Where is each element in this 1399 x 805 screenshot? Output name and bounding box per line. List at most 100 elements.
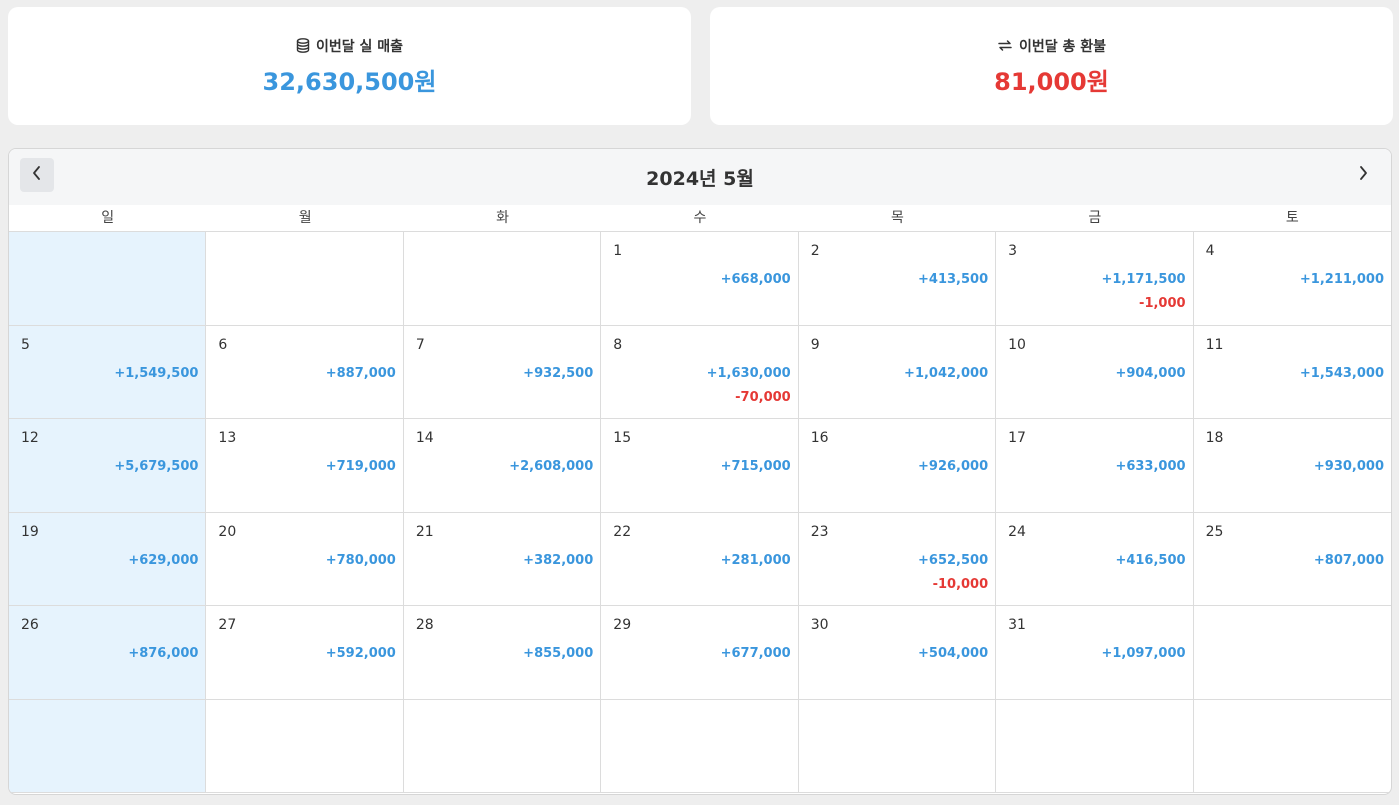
day-number: 21: [415, 523, 434, 540]
calendar-day-cell[interactable]: [206, 232, 404, 326]
calendar-day-cell[interactable]: 6 +887,000: [206, 325, 404, 419]
daily-sales-amount: +715,000: [720, 459, 791, 474]
calendar-day-cell[interactable]: 4 +1,211,000: [1193, 232, 1391, 326]
daily-sales-amount: +719,000: [325, 459, 396, 474]
monthly-sales-label-row: 이번달 실 매출: [296, 36, 403, 56]
calendar-day-cell[interactable]: [9, 232, 207, 326]
daily-sales-amount: +281,000: [720, 552, 791, 568]
daily-sales-amount: +1,549,500: [114, 365, 199, 381]
daily-refund-amount: -70,000: [735, 389, 791, 405]
daily-sales-amount: +876,000: [128, 646, 199, 661]
calendar-day-cell[interactable]: 24 +416,500: [996, 512, 1194, 606]
day-number: 16: [810, 430, 829, 446]
calendar-day-cell[interactable]: 7 +932,500: [403, 325, 602, 419]
monthly-refund-card: 이번달 총 환불 81,000원: [710, 7, 1393, 125]
calendar-day-cell[interactable]: 25 +807,000: [1193, 513, 1391, 606]
daily-sales-amount: +930,000: [1313, 459, 1384, 474]
calendar-day-cell[interactable]: [798, 699, 997, 793]
calendar-day-cell[interactable]: 27 +592,000: [206, 606, 404, 700]
calendar-day-cell[interactable]: 18 +930,000: [1193, 419, 1391, 513]
daily-sales-amount: +1,042,000: [904, 365, 989, 381]
calendar-day-cell[interactable]: 10 +904,000: [996, 325, 1194, 419]
day-number: 24: [1008, 523, 1026, 540]
calendar-day-cell[interactable]: [403, 699, 602, 793]
daily-sales-amount: +668,000: [720, 272, 791, 287]
day-number: 29: [613, 617, 632, 633]
calendar-day-cell[interactable]: 2 +413,500: [798, 232, 997, 326]
calendar-day-cell[interactable]: 30 +504,000: [798, 606, 997, 700]
calendar-day-cell[interactable]: [9, 699, 207, 793]
database-icon: [296, 38, 310, 53]
calendar-day-cell[interactable]: 9 +1,042,000: [798, 325, 997, 419]
chevron-left-icon: [31, 165, 43, 185]
daily-sales-amount: +652,500: [918, 552, 989, 568]
exchange-icon: [997, 39, 1013, 52]
daily-sales-amount: +855,000: [523, 646, 594, 661]
calendar-day-cell[interactable]: [996, 699, 1194, 793]
calendar-day-cell[interactable]: 11 +1,543,000: [1193, 326, 1391, 419]
calendar-day-cell[interactable]: 31 +1,097,000: [996, 606, 1194, 700]
daily-sales-amount: +413,500: [918, 272, 989, 287]
day-number: 31: [1008, 617, 1026, 633]
calendar-day-cell[interactable]: 23 +652,500 -10,000: [798, 512, 997, 606]
sales-calendar: 2024년 5월 일 월 화 수 목 금 토 1 +668,000 2 +413,50…: [8, 148, 1392, 795]
weekday-header-row: 일 월 화 수 목 금 토: [9, 205, 1391, 232]
day-number: 27: [218, 617, 237, 633]
calendar-day-cell[interactable]: 22 +281,000: [601, 512, 799, 606]
next-month-button[interactable]: [1346, 158, 1380, 192]
weekday-fri: 금: [1088, 210, 1102, 226]
weekday-mon: 월: [298, 210, 312, 226]
daily-sales-amount: +1,543,000: [1299, 365, 1384, 381]
day-number: 2: [810, 243, 820, 259]
calendar-day-cell[interactable]: 21 +382,000: [403, 512, 602, 606]
day-number: 9: [810, 336, 820, 353]
calendar-day-cell[interactable]: 12 +5,679,500: [9, 419, 207, 513]
day-number: 7: [415, 336, 425, 353]
daily-sales-amount: +382,000: [523, 552, 594, 568]
chevron-right-icon: [1357, 165, 1369, 185]
day-number: 19: [21, 523, 39, 540]
calendar-day-cell[interactable]: [1193, 700, 1391, 793]
calendar-day-cell[interactable]: 17 +633,000: [996, 419, 1194, 513]
calendar-day-cell[interactable]: 19 +629,000: [9, 512, 207, 606]
monthly-refund-label: 이번달 총 환불: [1018, 38, 1107, 55]
calendar-day-cell[interactable]: 15 +715,000: [601, 419, 799, 513]
daily-sales-amount: +633,000: [1115, 459, 1186, 474]
calendar-day-cell[interactable]: 20 +780,000: [206, 512, 404, 606]
calendar-day-cell[interactable]: 14 +2,608,000: [403, 419, 602, 513]
monthly-sales-card: 이번달 실 매출 32,630,500원: [8, 7, 691, 125]
day-number: 13: [218, 430, 237, 446]
calendar-day-grid: 1 +668,000 2 +413,500 3 +1,171,500 -1,000 4 +1,2…: [9, 232, 1391, 793]
calendar-day-cell[interactable]: 1 +668,000: [601, 232, 799, 326]
monthly-refund-label-row: 이번달 총 환불: [997, 36, 1106, 56]
daily-sales-amount: +1,630,000: [706, 365, 791, 381]
daily-sales-amount: +677,000: [720, 646, 791, 661]
day-number: 17: [1008, 430, 1026, 446]
calendar-day-cell[interactable]: [601, 699, 799, 793]
calendar-day-cell[interactable]: 5 +1,549,500: [9, 325, 207, 419]
day-number: 6: [218, 336, 228, 353]
daily-sales-amount: +904,000: [1115, 365, 1186, 381]
daily-sales-amount: +807,000: [1313, 552, 1384, 568]
calendar-day-cell[interactable]: [1193, 606, 1391, 700]
day-number: 10: [1008, 336, 1026, 353]
calendar-day-cell[interactable]: 8 +1,630,000 -70,000: [601, 325, 799, 419]
calendar-day-cell[interactable]: 26 +876,000: [9, 606, 207, 700]
day-number: 1: [613, 243, 623, 259]
day-number: 14: [415, 430, 434, 446]
day-number: 26: [21, 617, 39, 633]
prev-month-button[interactable]: [20, 158, 54, 192]
calendar-day-cell[interactable]: [403, 232, 602, 326]
calendar-day-cell[interactable]: 28 +855,000: [403, 606, 602, 700]
day-number: 22: [613, 523, 632, 540]
calendar-day-cell[interactable]: 3 +1,171,500 -1,000: [996, 232, 1194, 326]
calendar-day-cell[interactable]: 29 +677,000: [601, 606, 799, 700]
daily-sales-amount: +887,000: [325, 365, 396, 381]
day-number: 18: [1205, 430, 1224, 446]
daily-sales-amount: +780,000: [325, 552, 396, 568]
day-number: 20: [218, 523, 237, 540]
calendar-day-cell[interactable]: 16 +926,000: [798, 419, 997, 513]
day-number: 3: [1008, 243, 1018, 259]
calendar-day-cell[interactable]: 13 +719,000: [206, 419, 404, 513]
calendar-day-cell[interactable]: [206, 699, 404, 793]
